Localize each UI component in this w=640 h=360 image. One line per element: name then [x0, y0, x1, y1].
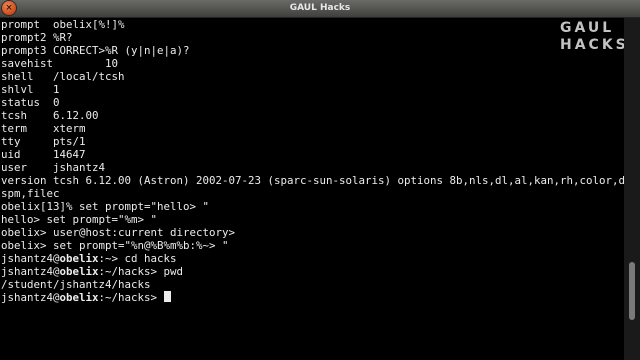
prompt-command: :~/hacks> pwd — [98, 265, 184, 278]
terminal-line: spm,filec — [1, 187, 60, 200]
terminal-line: uid 14647 — [1, 148, 86, 161]
logo-line-2: HACKS — [560, 37, 629, 53]
prompt-host: obelix — [59, 265, 99, 278]
prompt-user: jshantz4@ — [1, 252, 60, 265]
terminal-line: status 0 — [1, 96, 60, 109]
terminal-line: term xterm — [1, 122, 86, 135]
terminal-line: prompt2 %R? — [1, 31, 73, 44]
window-title: GAUL Hacks — [289, 3, 351, 13]
vertical-scrollbar[interactable] — [624, 18, 640, 360]
prompt-user: jshantz4@ — [1, 291, 60, 304]
terminal-window: × GAUL Hacks prompt obelix[%!]% prompt2 … — [0, 0, 640, 360]
terminal-line: tcsh 6.12.00 — [1, 109, 99, 122]
prompt-line: jshantz4@obelix:~/hacks> pwd — [1, 265, 183, 278]
terminal-line: savehist 10 — [1, 57, 119, 70]
prompt-host: obelix — [59, 291, 99, 304]
terminal-line: shlvl 1 — [1, 83, 60, 96]
terminal-line: user jshantz4 — [1, 161, 106, 174]
prompt-path: :~/hacks> — [98, 291, 164, 304]
text-cursor — [163, 291, 171, 302]
scrollbar-thumb[interactable] — [629, 262, 635, 320]
terminal-line: hello> set prompt="%m> " — [1, 213, 158, 226]
terminal-line: obelix> set prompt="%n@%B%m%b:%~> " — [1, 239, 229, 252]
terminal-line: obelix[13]% set prompt="hello> " — [1, 200, 210, 213]
gaul-hacks-logo: GAUL HACKS — [560, 20, 629, 54]
terminal-line: shell /local/tcsh — [1, 70, 125, 83]
prompt-command: :~> cd hacks — [98, 252, 177, 265]
terminal-line: prompt3 CORRECT>%R (y|n|e|a)? — [1, 44, 190, 57]
title-bar: × GAUL Hacks — [0, 0, 640, 18]
prompt-user: jshantz4@ — [1, 265, 60, 278]
terminal-output[interactable]: prompt obelix[%!]% prompt2 %R? prompt3 C… — [0, 18, 626, 318]
prompt-host: obelix — [59, 252, 99, 265]
terminal-line: version tcsh 6.12.00 (Astron) 2002-07-23… — [1, 174, 626, 187]
active-prompt-line[interactable]: jshantz4@obelix:~/hacks> — [1, 291, 171, 304]
terminal-line: obelix> user@host:current directory> — [1, 226, 236, 239]
terminal-line: prompt obelix[%!]% — [1, 18, 125, 31]
prompt-line: jshantz4@obelix:~> cd hacks — [1, 252, 177, 265]
terminal-line: tty pts/1 — [1, 135, 86, 148]
logo-line-1: GAUL — [560, 20, 615, 36]
terminal-line: /student/jshantz4/hacks — [1, 278, 151, 291]
